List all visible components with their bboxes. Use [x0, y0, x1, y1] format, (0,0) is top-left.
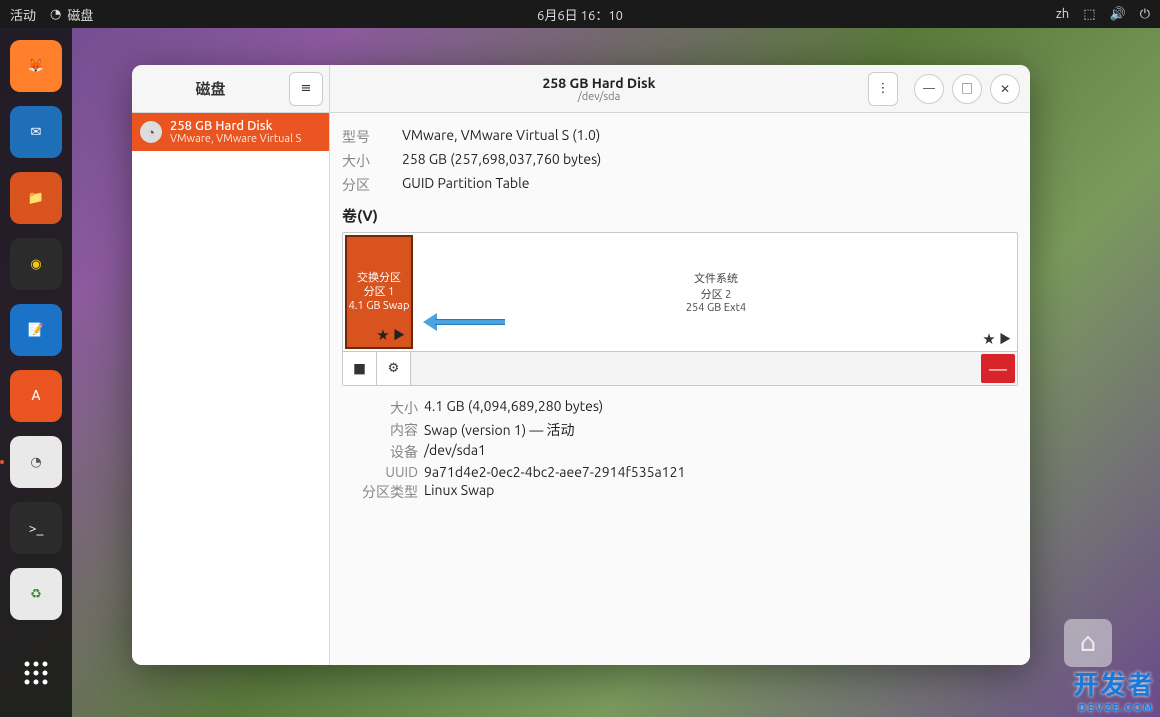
libreoffice-writer-icon[interactable]: 📝	[10, 304, 62, 356]
trash-icon[interactable]: ♻	[10, 568, 62, 620]
star-icon: ★	[377, 326, 389, 343]
terminal-icon[interactable]: >_	[10, 502, 62, 554]
firefox-icon[interactable]: 🦊	[10, 40, 62, 92]
top-menubar: 活动 ◔ 磁盘 6月6日 16：10 zh ⬚ 🔊 ⏻	[0, 0, 1160, 28]
sp-device-label: 设备	[342, 442, 424, 462]
sp-size-label: 大小	[342, 398, 424, 418]
activities-button[interactable]: 活动	[10, 5, 36, 24]
sp-ptype-value: Linux Swap	[424, 482, 494, 502]
volume-toolbar: ■ ⚙ —	[343, 351, 1017, 385]
window-title: 258 GB Hard Disk	[543, 75, 656, 91]
power-icon[interactable]: ⏻	[1140, 7, 1150, 22]
size-value: 258 GB (257,698,037,760 bytes)	[402, 151, 601, 171]
drive-options-button[interactable]: ⋮	[868, 72, 898, 106]
partitioning-label: 分区	[342, 175, 402, 195]
window-subtitle: /dev/sda	[578, 91, 620, 103]
sp-size-value: 4.1 GB (4,094,689,280 bytes)	[424, 398, 603, 418]
app-indicator-label: 磁盘	[67, 5, 93, 24]
sp-uuid-label: UUID	[342, 464, 424, 480]
disk-item-title: 258 GB Hard Disk	[170, 119, 301, 133]
sp-ptype-label: 分区类型	[342, 482, 424, 502]
partition-filesystem[interactable]: 文件系统 分区 2 254 GB Ext4 ★▶	[415, 233, 1017, 351]
annotation-arrow	[423, 315, 505, 327]
hard-disk-icon: ◔	[140, 121, 162, 143]
sp-device-value: /dev/sda1	[424, 442, 486, 462]
maximize-button[interactable]: □	[952, 74, 982, 104]
partitioning-value: GUID Partition Table	[402, 175, 529, 195]
disk-list-item[interactable]: ◔ 258 GB Hard Disk VMware, VMware Virtua…	[132, 113, 329, 151]
watermark-big: 开发者	[1073, 670, 1154, 699]
app-indicator[interactable]: ◔ 磁盘	[50, 5, 93, 24]
volumes-box: 交换分区 分区 1 4.1 GB Swap ★▶ 文件系统 分区 2 254 G…	[342, 232, 1018, 386]
main-panel: 型号VMware, VMware Virtual S (1.0) 大小258 G…	[330, 113, 1030, 665]
size-label: 大小	[342, 151, 402, 171]
sp-uuid-value: 9a71d4e2-0ec2-4bc2-aee7-2914f535a121	[424, 464, 685, 480]
star-icon: ★	[983, 330, 995, 347]
disks-window: 磁盘 ≡ 258 GB Hard Disk /dev/sda ⋮ — □ ✕ ◔…	[132, 65, 1030, 665]
hamburger-menu-button[interactable]: ≡	[289, 72, 323, 106]
unmount-button[interactable]: ■	[343, 352, 377, 385]
model-label: 型号	[342, 127, 402, 147]
dock: 🦊 ✉ 📁 ◉ 📝 A ◔ >_ ♻	[0, 28, 72, 717]
disk-item-subtitle: VMware, VMware Virtual S	[170, 133, 301, 145]
sp-content-value: Swap (version 1) — 活动	[424, 420, 575, 440]
input-method-indicator[interactable]: zh	[1056, 7, 1069, 21]
watermark: 开发者 DEVZE.COM	[1073, 665, 1154, 713]
apps-grid-icon[interactable]	[10, 647, 62, 699]
clock[interactable]: 6月6日 16：10	[537, 5, 623, 24]
delete-partition-button[interactable]: —	[981, 354, 1015, 383]
play-icon: ▶	[393, 326, 405, 343]
sidebar-title: 磁盘	[132, 78, 289, 99]
files-icon[interactable]: 📁	[10, 172, 62, 224]
disks-icon[interactable]: ◔	[10, 436, 62, 488]
play-icon: ▶	[999, 330, 1011, 347]
volume-icon[interactable]: 🔊	[1110, 7, 1126, 22]
volumes-heading: 卷(V)	[342, 205, 1018, 226]
partition-swap[interactable]: 交换分区 分区 1 4.1 GB Swap ★▶	[345, 235, 413, 349]
close-button[interactable]: ✕	[990, 74, 1020, 104]
sp-content-label: 内容	[342, 420, 424, 440]
disks-sidebar: ◔ 258 GB Hard Disk VMware, VMware Virtua…	[132, 113, 330, 665]
disk-icon: ◔	[50, 7, 61, 22]
network-icon[interactable]: ⬚	[1083, 7, 1095, 22]
rhythmbox-icon[interactable]: ◉	[10, 238, 62, 290]
volume-options-button[interactable]: ⚙	[377, 352, 411, 385]
model-value: VMware, VMware Virtual S (1.0)	[402, 127, 600, 147]
watermark-small: DEVZE.COM	[1073, 702, 1154, 713]
software-icon[interactable]: A	[10, 370, 62, 422]
minimize-button[interactable]: —	[914, 74, 944, 104]
titlebar: 磁盘 ≡ 258 GB Hard Disk /dev/sda ⋮ — □ ✕	[132, 65, 1030, 113]
desktop-home-icon[interactable]: ⌂	[1064, 619, 1112, 667]
thunderbird-icon[interactable]: ✉	[10, 106, 62, 158]
